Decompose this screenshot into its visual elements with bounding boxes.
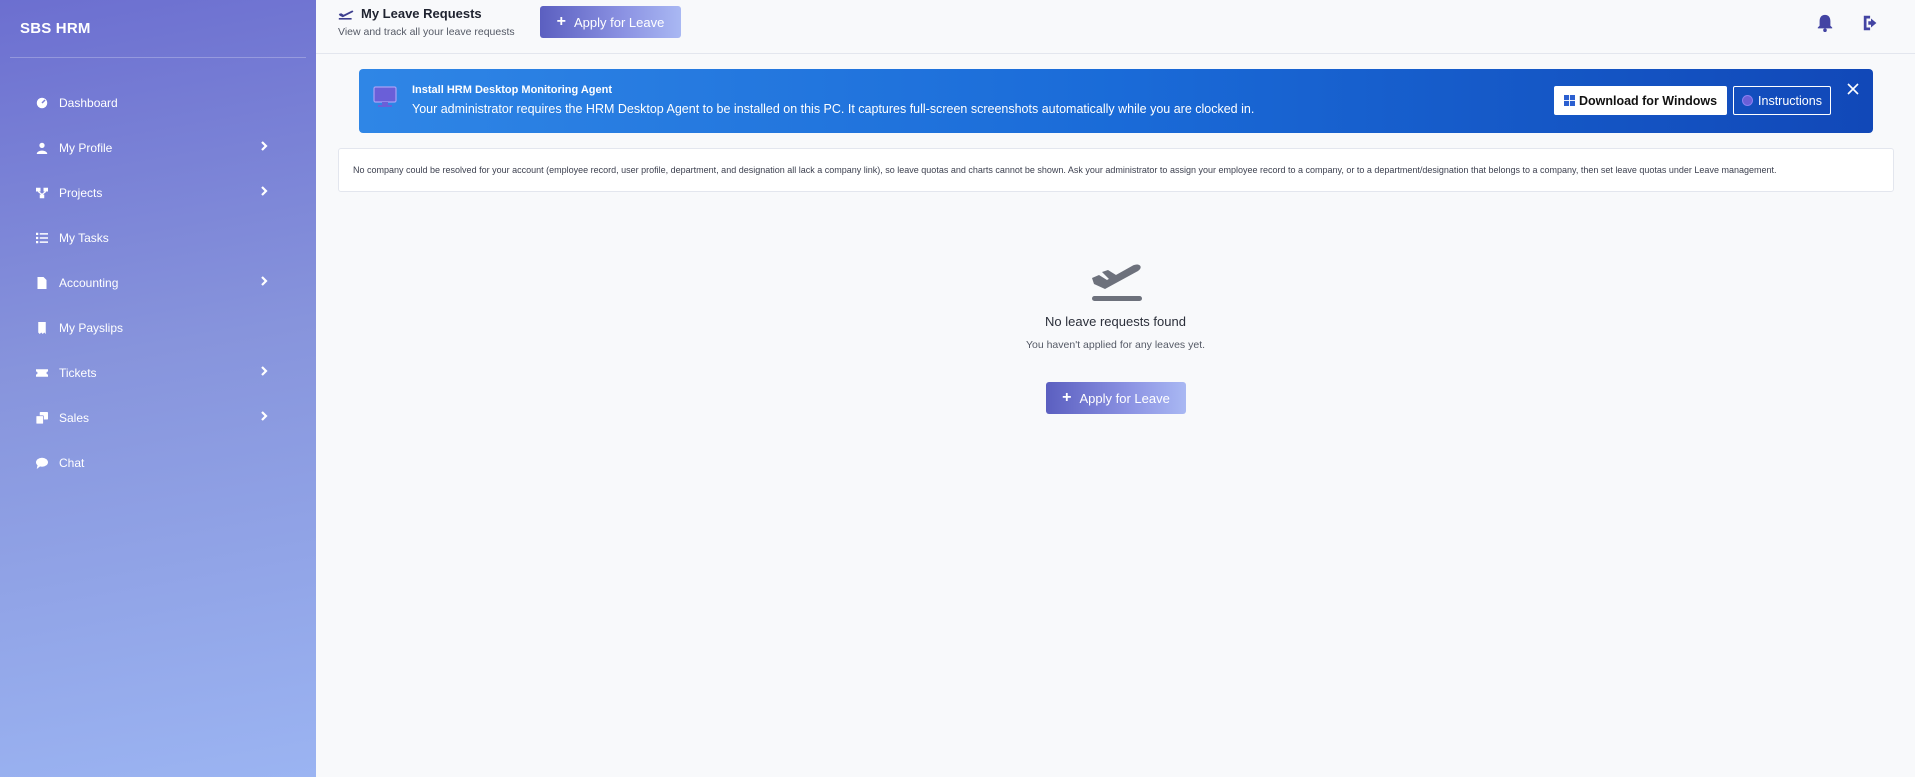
page-title-text: My Leave Requests — [361, 6, 482, 21]
sidebar-item-tickets[interactable]: Tickets — [0, 350, 316, 395]
dashboard-icon — [35, 96, 49, 110]
apply-for-leave-label: Apply for Leave — [1079, 390, 1170, 406]
sidebar-item-label: Chat — [59, 455, 85, 470]
sidebar-item-my-payslips[interactable]: My Payslips — [0, 305, 316, 350]
sidebar-item-chat[interactable]: Chat — [0, 440, 316, 485]
page-title-group: My Leave Requests View and track all you… — [338, 6, 515, 38]
plus-icon: + — [1062, 389, 1072, 406]
sidebar-item-label: Tickets — [59, 365, 97, 380]
sidebar-item-label: Dashboard — [59, 95, 118, 110]
sidebar-item-accounting[interactable]: Accounting — [0, 260, 316, 305]
sidebar-item-my-tasks[interactable]: My Tasks — [0, 215, 316, 260]
banner-text: Your administrator requires the HRM Desk… — [412, 102, 1255, 116]
plus-icon: + — [556, 13, 566, 30]
sidebar: SBS HRM Dashboard My Profile Projects My… — [0, 0, 316, 777]
empty-state-subtitle: You haven't applied for any leaves yet. — [1025, 339, 1206, 351]
sidebar-item-my-profile[interactable]: My Profile — [0, 125, 316, 170]
chevron-right-icon — [258, 365, 272, 379]
sidebar-nav: Dashboard My Profile Projects My Tasks A… — [0, 80, 316, 485]
sidebar-item-projects[interactable]: Projects — [0, 170, 316, 215]
company-missing-notice: No company could be resolved for your ac… — [338, 148, 1894, 192]
page-header: My Leave Requests View and track all you… — [316, 0, 1915, 54]
brand-logo[interactable]: SBS HRM — [20, 20, 91, 37]
apply-for-leave-label: Apply for Leave — [574, 14, 665, 30]
chevron-right-icon — [258, 275, 272, 289]
sales-icon — [35, 411, 49, 425]
chevron-right-icon — [258, 185, 272, 199]
chat-icon — [35, 456, 49, 470]
page-subtitle: View and track all your leave requests — [338, 26, 515, 38]
close-icon[interactable] — [1846, 82, 1866, 102]
page-title: My Leave Requests — [338, 6, 515, 21]
plane-departure-icon — [1088, 258, 1144, 303]
apply-for-leave-button[interactable]: + Apply for Leave — [540, 6, 681, 38]
receipt-icon — [35, 321, 49, 335]
notice-text: No company could be resolved for your ac… — [353, 165, 1777, 175]
desktop-agent-banner: Install HRM Desktop Monitoring Agent You… — [359, 69, 1873, 133]
tasks-icon — [35, 231, 49, 245]
sidebar-item-label: Sales — [59, 410, 90, 425]
instructions-label: Instructions — [1758, 93, 1822, 108]
empty-state-title: No leave requests found — [1045, 314, 1186, 329]
bell-icon[interactable] — [1816, 14, 1836, 34]
chevron-right-icon — [258, 140, 272, 154]
sidebar-item-sales[interactable]: Sales — [0, 395, 316, 440]
sidebar-divider — [10, 57, 306, 58]
banner-title: Install HRM Desktop Monitoring Agent — [412, 84, 613, 96]
chevron-right-icon — [258, 410, 272, 424]
info-icon — [1742, 95, 1754, 106]
monitor-icon — [373, 86, 397, 108]
ticket-icon — [35, 366, 49, 380]
sidebar-item-label: My Profile — [59, 140, 113, 155]
windows-icon — [1563, 95, 1575, 106]
plane-departure-icon — [338, 10, 354, 20]
sidebar-item-label: Projects — [59, 185, 103, 200]
instructions-button[interactable]: Instructions — [1733, 86, 1831, 115]
apply-for-leave-button[interactable]: + Apply for Leave — [1046, 382, 1186, 414]
sidebar-item-label: My Payslips — [59, 320, 124, 335]
user-icon — [35, 141, 49, 155]
sidebar-item-dashboard[interactable]: Dashboard — [0, 80, 316, 125]
download-label: Download for Windows — [1578, 93, 1718, 108]
logout-icon[interactable] — [1862, 14, 1882, 34]
download-for-windows-button[interactable]: Download for Windows — [1554, 86, 1727, 115]
projects-icon — [35, 186, 49, 200]
document-icon — [35, 276, 49, 290]
sidebar-item-label: My Tasks — [59, 230, 109, 245]
sidebar-item-label: Accounting — [59, 275, 119, 290]
